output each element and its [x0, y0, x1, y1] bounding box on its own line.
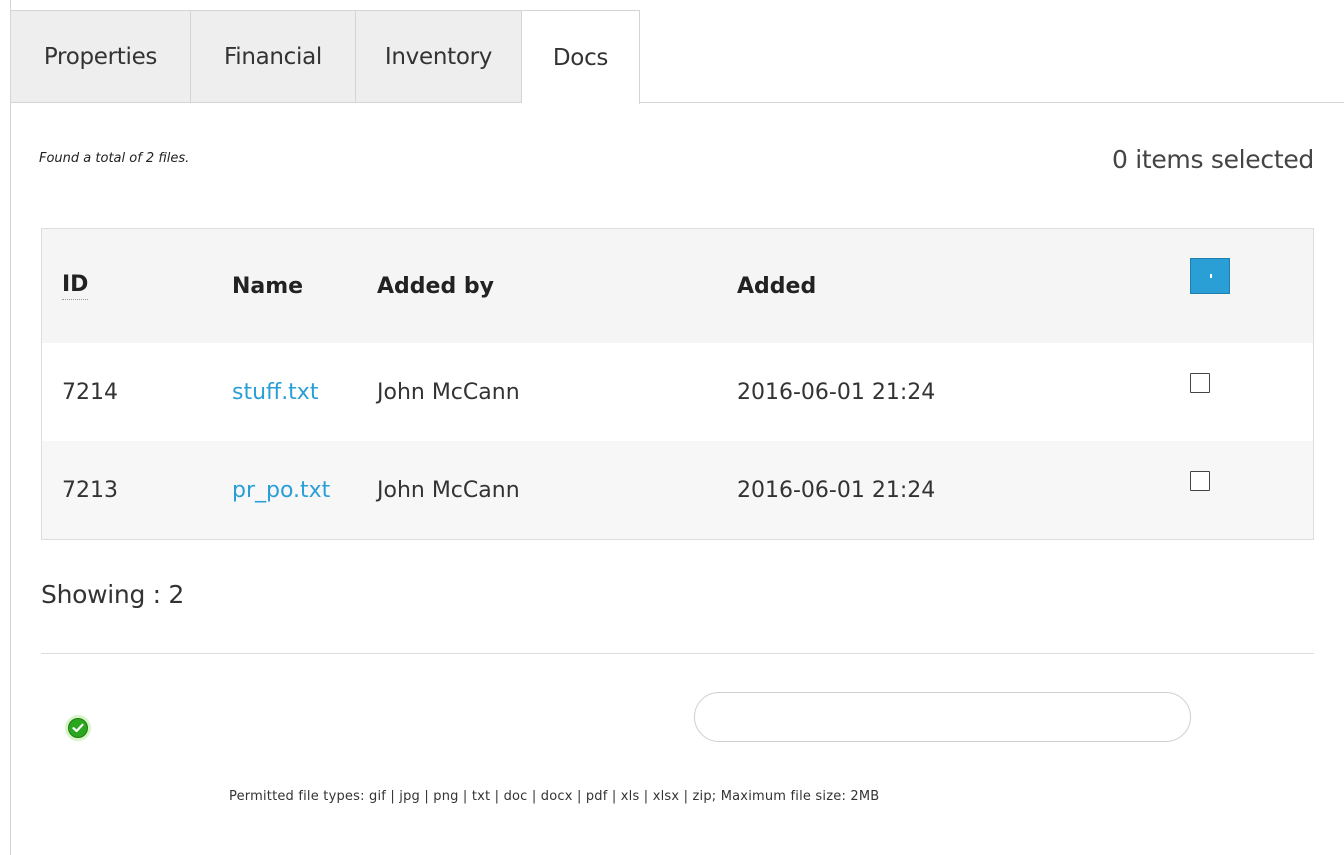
header-id-label: ID: [62, 272, 89, 300]
upload-input[interactable]: [694, 692, 1191, 742]
check-circle-inner: [68, 718, 88, 738]
section-divider: [41, 653, 1314, 654]
row-checkbox[interactable]: [1190, 373, 1210, 393]
row-added: 2016-06-01 21:24: [737, 379, 936, 405]
row-added: 2016-06-01 21:24: [737, 477, 936, 503]
header-select: [1190, 229, 1230, 343]
row-added-by: John McCann: [377, 477, 520, 503]
tab-bar: Properties Financial Inventory Docs: [11, 10, 640, 104]
header-added-by: Added by: [377, 273, 494, 299]
header-added: Added: [737, 273, 817, 299]
docs-panel: Properties Financial Inventory Docs Foun…: [10, 0, 1344, 855]
showing-count: Showing : 2: [41, 580, 185, 609]
permitted-file-types: Permitted file types: gif | jpg | png | …: [229, 789, 880, 804]
table-row: 7213 pr_po.txt John McCann 2016-06-01 21…: [42, 441, 1313, 539]
row-id: 7214: [62, 379, 118, 405]
row-select: [1190, 441, 1210, 539]
tab-docs[interactable]: Docs: [522, 10, 640, 104]
table-row: 7214 stuff.txt John McCann 2016-06-01 21…: [42, 343, 1313, 441]
table-header-row: ID Name Added by Added: [42, 229, 1313, 343]
tab-inventory[interactable]: Inventory: [356, 10, 522, 103]
header-name: Name: [232, 273, 304, 299]
row-name: stuff.txt: [232, 343, 318, 441]
files-table: ID Name Added by Added 7214 stuff.txt Jo…: [41, 228, 1314, 540]
check-circle-icon: [65, 715, 91, 741]
items-selected-text: 0 items selected: [1111, 145, 1314, 174]
row-checkbox[interactable]: [1190, 471, 1210, 491]
header-id[interactable]: ID: [62, 229, 89, 343]
file-link[interactable]: pr_po.txt: [232, 478, 330, 503]
tab-financial[interactable]: Financial: [191, 10, 356, 103]
tab-divider: [640, 102, 1344, 103]
row-added-by: John McCann: [377, 379, 520, 405]
checkmark-icon: [72, 723, 84, 733]
tab-properties[interactable]: Properties: [11, 10, 191, 103]
file-link[interactable]: stuff.txt: [232, 380, 318, 405]
select-all-button[interactable]: [1190, 258, 1230, 294]
row-name: pr_po.txt: [232, 441, 330, 539]
row-id: 7213: [62, 477, 118, 503]
row-select: [1190, 343, 1210, 441]
files-found-text: Found a total of 2 files.: [39, 151, 190, 166]
